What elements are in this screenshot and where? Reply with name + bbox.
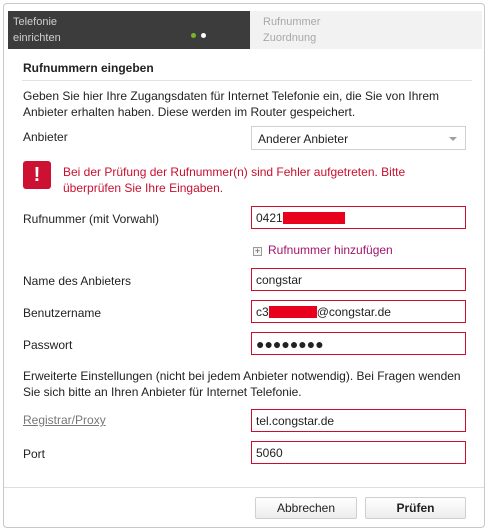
- check-button[interactable]: Prüfen: [365, 497, 466, 519]
- step-rufnummer-zuordnung: Rufnummer Zuordnung: [250, 11, 482, 49]
- phone-value: 0421: [256, 211, 283, 225]
- add-number-label: Rufnummer hinzufügen: [268, 243, 393, 257]
- chevron-down-icon: [449, 137, 457, 141]
- step-active-line1: Telefonie: [13, 16, 58, 28]
- provider-name-value: congstar: [256, 273, 303, 287]
- add-number-link[interactable]: + Rufnummer hinzufügen: [253, 243, 393, 257]
- step-next-line1: Rufnummer: [263, 16, 321, 28]
- registrar-proxy-link[interactable]: Registrar/Proxy: [23, 413, 106, 427]
- step-active-line2: einrichten: [13, 32, 61, 44]
- provider-select-value: Anderer Anbieter: [258, 132, 349, 146]
- exclamation-icon: !: [23, 161, 51, 189]
- advanced-settings-note: Erweiterte Einstellungen (nicht bei jede…: [23, 369, 461, 399]
- section-title: Rufnummern eingeben: [23, 61, 154, 75]
- progress-dot-current: [201, 33, 206, 38]
- registrar-value: tel.congstar.de: [256, 414, 335, 428]
- error-message: Bei der Prüfung der Rufnummer(n) sind Fe…: [63, 165, 406, 195]
- phone-setup-dialog: Telefonie einrichten Rufnummer Zuordnung…: [3, 3, 485, 528]
- phone-label: Rufnummer (mit Vorwahl): [23, 212, 160, 226]
- username-suffix: @congstar.de: [316, 305, 391, 319]
- wizard-steps: Telefonie einrichten Rufnummer Zuordnung: [8, 11, 482, 49]
- cancel-button[interactable]: Abbrechen: [255, 497, 357, 519]
- step-progress-dots: [191, 27, 211, 38]
- provider-select[interactable]: Anderer Anbieter: [251, 126, 466, 150]
- intro-text: Geben Sie hier Ihre Zugangsdaten für Int…: [23, 89, 440, 119]
- username-prefix: c3: [256, 305, 269, 319]
- footer-divider: [4, 487, 484, 488]
- phone-input[interactable]: 0421: [251, 206, 466, 229]
- port-value: 5060: [256, 446, 283, 460]
- port-label: Port: [23, 447, 46, 461]
- progress-dot-done: [191, 33, 196, 38]
- provider-name-input[interactable]: congstar: [251, 268, 466, 291]
- password-label: Passwort: [23, 338, 73, 352]
- provider-label: Anbieter: [23, 130, 68, 144]
- plus-box-icon: +: [253, 246, 262, 256]
- registrar-input[interactable]: tel.congstar.de: [251, 409, 466, 432]
- step-telefonie-einrichten: Telefonie einrichten: [8, 11, 260, 49]
- redaction-bar: [282, 212, 345, 224]
- redaction-bar: [268, 306, 317, 318]
- provider-name-label: Name des Anbieters: [23, 274, 132, 288]
- username-label: Benutzername: [23, 306, 102, 320]
- username-input[interactable]: c3 @congstar.de: [251, 300, 466, 323]
- step-next-line2: Zuordnung: [263, 32, 317, 44]
- section-divider: [22, 80, 472, 81]
- password-input[interactable]: ●●●●●●●●: [251, 332, 466, 355]
- port-input[interactable]: 5060: [251, 441, 466, 464]
- password-value: ●●●●●●●●: [256, 336, 324, 352]
